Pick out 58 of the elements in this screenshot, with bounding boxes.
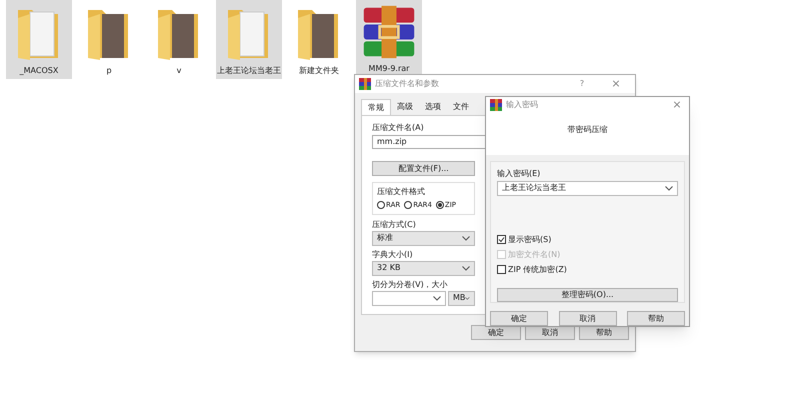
caret-icon: [462, 266, 470, 270]
desktop-item[interactable]: v: [146, 0, 212, 79]
checkbox[interactable]: [497, 235, 506, 244]
field-label: 压缩文件名(A): [372, 122, 424, 134]
tab[interactable]: 选项: [419, 99, 447, 115]
desktop-item[interactable]: MM9-9.rar: [356, 0, 422, 77]
item-label: p: [106, 65, 112, 76]
unit-dropdown[interactable]: MB: [448, 290, 475, 306]
tab[interactable]: 文件: [447, 99, 475, 115]
dialog-heading: 带密码压缩: [568, 124, 608, 136]
field-label: 输入密码(E): [497, 168, 542, 180]
field-label: 切分为分卷(V)，大小: [372, 278, 448, 290]
dictionary-dropdown[interactable]: 32 KB: [372, 260, 475, 276]
combo-value: 32 KB: [377, 262, 400, 274]
item-label: _MACOSX: [20, 65, 58, 76]
window-title: 输入密码: [506, 99, 539, 112]
archive-app-icon: [490, 99, 502, 112]
window-title: 压缩文件名和参数: [375, 78, 440, 90]
help-button[interactable]: ?: [567, 78, 597, 90]
checkbox-label: 加密文件名(N): [508, 248, 560, 260]
desktop-item[interactable]: p: [76, 0, 142, 79]
archive-app-icon: [359, 78, 371, 90]
password-field[interactable]: 上老王论坛当老王: [497, 181, 678, 196]
field-label: 压缩方式(C): [372, 218, 416, 230]
combo-value: MB: [453, 292, 466, 304]
dialog-button[interactable]: 帮助: [627, 311, 685, 326]
item-label: 新建文件夹: [299, 65, 339, 76]
dialog-button[interactable]: 取消: [558, 311, 616, 326]
close-button[interactable]: ×: [601, 76, 631, 92]
caret-icon: [665, 186, 673, 191]
caret-icon: [465, 296, 470, 300]
radio-button[interactable]: [436, 201, 444, 210]
group-label: 压缩文件格式: [377, 186, 426, 198]
item-label: 上老王论坛当老王: [217, 65, 281, 76]
desktop-item[interactable]: 新建文件夹: [286, 0, 352, 79]
tab[interactable]: 常规: [361, 99, 391, 115]
field-label: 字典大小(I): [372, 248, 413, 260]
dialog-button[interactable]: 整理密码(O)...: [497, 288, 678, 302]
checkbox-label: ZIP 传统加密(Z): [508, 264, 567, 276]
dialog-button[interactable]: 确定: [471, 325, 521, 340]
combo-value: 上老王论坛当老王: [502, 182, 566, 194]
item-label: MM9-9.rar: [368, 63, 410, 74]
tab[interactable]: 高级: [391, 99, 419, 115]
checkbox-label: 显示密码(S): [508, 234, 552, 246]
dialog-button[interactable]: 确定: [490, 311, 548, 326]
archive-books-icon: [361, 4, 417, 60]
method-dropdown[interactable]: 标准: [372, 230, 475, 246]
combo-value: 标准: [377, 232, 393, 244]
desktop-item[interactable]: 上老王论坛当老王: [216, 0, 282, 79]
close-button[interactable]: ×: [669, 97, 685, 114]
caret-icon: [462, 236, 470, 240]
radio-button[interactable]: [404, 201, 412, 210]
radio-button[interactable]: [377, 201, 385, 210]
item-label: v: [176, 65, 182, 76]
checkbox[interactable]: [497, 265, 506, 274]
caret-icon: [433, 296, 441, 300]
dialog-button[interactable]: 配置文件(F)...: [372, 161, 475, 176]
desktop-item[interactable]: _MACOSX: [6, 0, 72, 79]
